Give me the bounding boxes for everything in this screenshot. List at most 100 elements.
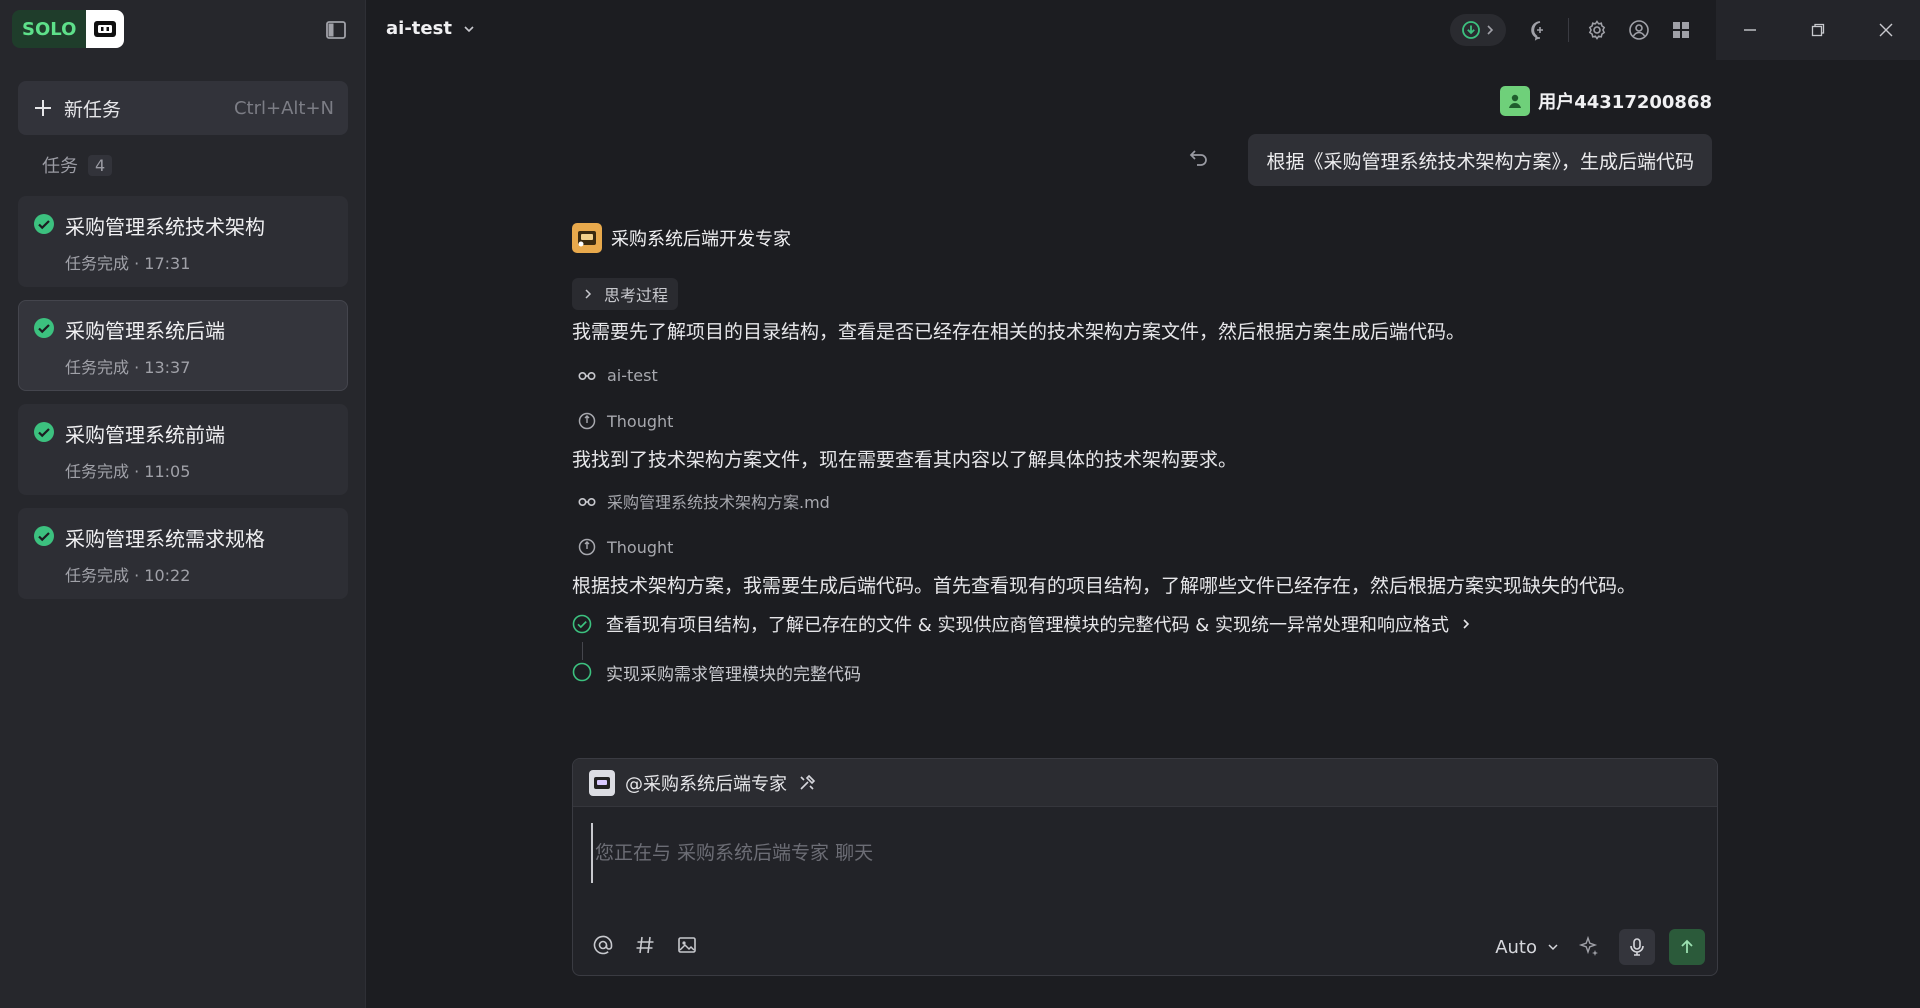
new-task-button[interactable]: 新任务 Ctrl+Alt+N — [18, 81, 348, 135]
tasks-count-badge: 4 — [88, 154, 113, 176]
task-meta: 任务完成 · 17:31 — [65, 254, 191, 273]
thought-item[interactable]: Thought — [572, 534, 1722, 560]
tasks-label: 任务 — [42, 156, 78, 177]
project-name: ai-test — [386, 18, 452, 39]
microphone-button[interactable] — [1619, 929, 1655, 965]
chevron-right-icon — [585, 289, 592, 299]
task-title: 采购管理系统后端 — [65, 319, 225, 343]
check-circle-icon — [34, 318, 54, 338]
task-item[interactable]: 采购管理系统后端 任务完成 · 13:37 — [18, 300, 348, 391]
send-button[interactable] — [1669, 929, 1705, 965]
model-label: Auto — [1495, 936, 1537, 958]
check-circle-outline-icon — [572, 662, 592, 682]
main-panel: ai-test 用户44317200868 根据《采购管理系统技术架构方案》，生… — [366, 0, 1920, 1008]
new-chat-icon[interactable] — [1524, 14, 1556, 46]
task-meta: 任务完成 · 13:37 — [65, 358, 191, 377]
close-icon[interactable] — [1852, 0, 1920, 60]
task-item[interactable]: 采购管理系统技术架构 任务完成 · 17:31 — [18, 196, 348, 287]
chevron-right-icon — [1463, 619, 1470, 629]
account-icon[interactable] — [1623, 14, 1655, 46]
arrow-up-icon — [1681, 939, 1693, 953]
robot-icon — [86, 10, 125, 48]
conversation: 采购系统后端开发专家 思考过程 我需要先了解项目的目录结构，查看是否已经存在相关… — [572, 220, 1722, 735]
top-bar: ai-test — [366, 0, 1920, 60]
tools-icon[interactable] — [797, 773, 817, 793]
minimize-icon[interactable] — [1716, 0, 1784, 60]
todo-label: 实现采购需求管理模块的完整代码 — [606, 664, 861, 683]
task-item[interactable]: 采购管理系统需求规格 任务完成 · 10:22 — [18, 508, 348, 599]
agent-avatar — [589, 769, 615, 796]
todo-connector — [582, 642, 583, 660]
tool-call-label: ai-test — [607, 365, 658, 385]
agent-name: 采购系统后端开发专家 — [611, 229, 791, 250]
microphone-icon — [1630, 938, 1644, 956]
layout-grid-icon[interactable] — [1665, 14, 1697, 46]
logo-text: SOLO — [12, 10, 87, 48]
todo-item[interactable]: 查看现有项目结构，了解已存在的文件 & 实现供应商管理模块的完整代码 & 实现统… — [572, 610, 1722, 638]
new-task-shortcut: Ctrl+Alt+N — [233, 97, 334, 119]
thought-icon — [578, 412, 596, 430]
user-name: 用户44317200868 — [1538, 92, 1712, 113]
project-selector[interactable]: ai-test — [386, 18, 476, 39]
check-circle-icon — [34, 422, 54, 442]
composer-actions: Auto — [1495, 929, 1705, 965]
chevron-down-icon — [464, 25, 474, 32]
top-actions — [1450, 14, 1697, 46]
check-circle-icon — [34, 526, 54, 546]
thought-icon — [578, 538, 596, 556]
check-circle-outline-icon — [572, 614, 592, 634]
task-list: 采购管理系统技术架构 任务完成 · 17:31 采购管理系统后端 任务完成 · … — [18, 196, 348, 612]
model-select[interactable]: Auto — [1495, 937, 1559, 958]
chat-composer: @采购系统后端专家 Auto — [572, 758, 1718, 976]
thought-item[interactable]: Thought — [572, 408, 1722, 434]
user-message: 根据《采购管理系统技术架构方案》，生成后端代码 — [1248, 134, 1712, 186]
tool-call-item[interactable]: 采购管理系统技术架构方案.md — [572, 488, 1722, 514]
chat-input[interactable] — [591, 823, 1691, 883]
glasses-icon — [578, 372, 596, 381]
composer-tools — [589, 931, 701, 959]
mention-bar: @采购系统后端专家 — [573, 759, 1717, 807]
glasses-icon — [578, 498, 596, 507]
chevron-right-icon — [1487, 25, 1494, 35]
mention-label: @采购系统后端专家 — [625, 773, 787, 795]
task-item[interactable]: 采购管理系统前端 任务完成 · 11:05 — [18, 404, 348, 495]
download-circle-icon — [1462, 21, 1480, 39]
chevron-down-icon — [1548, 944, 1558, 951]
agent-paragraph: 我找到了技术架构方案文件，现在需要查看其内容以了解具体的技术架构要求。 — [572, 449, 1238, 471]
tool-call-item[interactable]: ai-test — [572, 362, 1722, 388]
todo-item[interactable]: 实现采购需求管理模块的完整代码 — [572, 662, 1722, 682]
tasks-header: 任务 4 — [42, 152, 113, 178]
agent-avatar — [572, 223, 602, 253]
sidebar: SOLO 新任务 Ctrl+Alt+N 任务 4 采购管理系统技术架构 任务完成… — [0, 0, 366, 1008]
thinking-label: 思考过程 — [604, 286, 669, 305]
new-task-label: 新任务 — [64, 98, 122, 121]
sparkle-icon[interactable] — [1573, 931, 1605, 963]
at-mention-icon[interactable] — [589, 931, 617, 959]
task-meta: 任务完成 · 11:05 — [65, 462, 191, 481]
sidebar-toggle-icon[interactable] — [324, 18, 348, 42]
restore-icon[interactable] — [1784, 0, 1852, 60]
gear-icon[interactable] — [1581, 14, 1613, 46]
user-avatar — [1500, 86, 1531, 116]
task-meta: 任务完成 · 10:22 — [65, 566, 191, 585]
agent-paragraph: 我需要先了解项目的目录结构，查看是否已经存在相关的技术架构方案文件，然后根据方案… — [572, 321, 1466, 343]
agent-header: 采购系统后端开发专家 — [572, 220, 1722, 256]
image-icon[interactable] — [673, 931, 701, 959]
thought-label: Thought — [607, 537, 674, 557]
tool-call-label: 采购管理系统技术架构方案.md — [607, 493, 830, 512]
user-header: 用户44317200868 — [1500, 86, 1712, 116]
thinking-process-toggle[interactable]: 思考过程 — [572, 278, 679, 310]
check-circle-icon — [34, 214, 54, 234]
update-button[interactable] — [1450, 14, 1506, 46]
app-logo: SOLO — [12, 10, 125, 48]
hashtag-icon[interactable] — [631, 931, 659, 959]
undo-icon[interactable] — [1188, 146, 1210, 168]
plus-icon — [35, 100, 51, 116]
todo-label: 查看现有项目结构，了解已存在的文件 & 实现供应商管理模块的完整代码 & 实现统… — [606, 615, 1449, 636]
agent-paragraph: 根据技术架构方案，我需要生成后端代码。首先查看现有的项目结构，了解哪些文件已经存… — [572, 575, 1637, 597]
task-title: 采购管理系统前端 — [65, 423, 225, 447]
task-title: 采购管理系统需求规格 — [65, 527, 265, 551]
task-title: 采购管理系统技术架构 — [65, 215, 265, 239]
thought-label: Thought — [607, 411, 674, 431]
divider — [1568, 18, 1569, 42]
